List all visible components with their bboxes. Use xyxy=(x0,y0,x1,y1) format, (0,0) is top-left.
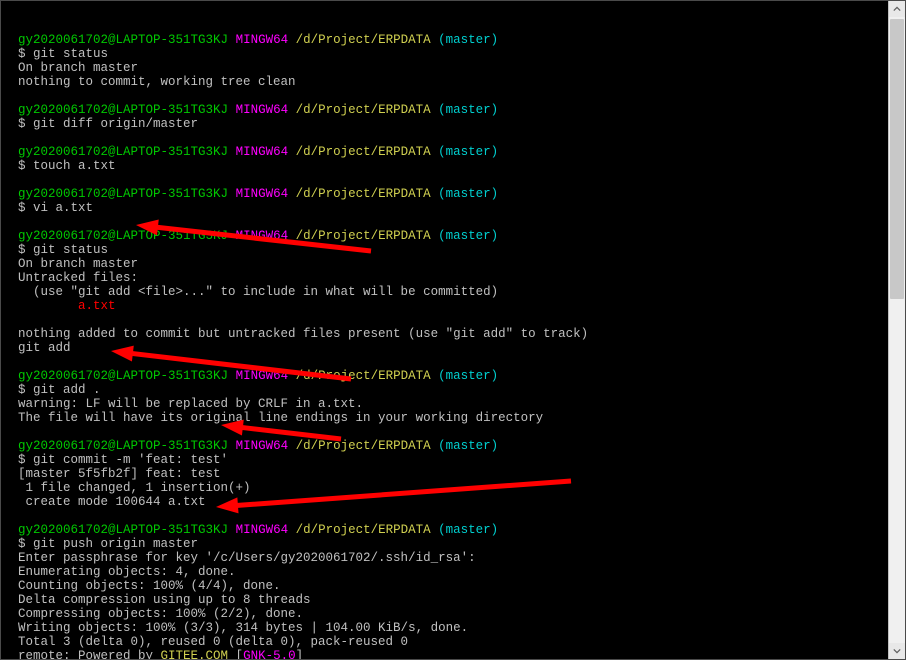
command-line: $ vi a.txt xyxy=(18,201,905,215)
command-text: $ git status xyxy=(18,243,108,257)
command-line: $ git add . xyxy=(18,383,905,397)
scroll-up-button[interactable] xyxy=(889,1,905,17)
output-line: remote: Powered by GITEE.COM [GNK-5.0] xyxy=(18,649,905,660)
output-line: On branch master xyxy=(18,61,905,75)
command-text: $ touch a.txt xyxy=(18,159,116,173)
prompt-userhost: gy2020061702@LAPTOP-351TG3KJ xyxy=(18,523,228,537)
prompt-path: /d/Project/ERPDATA xyxy=(296,439,431,453)
prompt-branch: (master) xyxy=(438,439,498,453)
prompt-mingw: MINGW64 xyxy=(236,187,289,201)
chevron-up-icon xyxy=(893,5,901,13)
prompt-path: /d/Project/ERPDATA xyxy=(296,187,431,201)
prompt-path: /d/Project/ERPDATA xyxy=(296,229,431,243)
prompt-userhost: gy2020061702@LAPTOP-351TG3KJ xyxy=(18,145,228,159)
prompt-mingw: MINGW64 xyxy=(236,229,289,243)
prompt-mingw: MINGW64 xyxy=(236,103,289,117)
prompt-line: gy2020061702@LAPTOP-351TG3KJ MINGW64 /d/… xyxy=(18,103,905,117)
command-line: $ git push origin master xyxy=(18,537,905,551)
output-line: Writing objects: 100% (3/3), 314 bytes |… xyxy=(18,621,905,635)
blank-line xyxy=(18,173,905,187)
command-text: $ git commit -m 'feat: test' xyxy=(18,453,228,467)
prompt-userhost: gy2020061702@LAPTOP-351TG3KJ xyxy=(18,439,228,453)
prompt-userhost: gy2020061702@LAPTOP-351TG3KJ xyxy=(18,103,228,117)
terminal-window[interactable]: gy2020061702@LAPTOP-351TG3KJ MINGW64 /d/… xyxy=(0,0,906,660)
prompt-path: /d/Project/ERPDATA xyxy=(296,103,431,117)
prompt-line: gy2020061702@LAPTOP-351TG3KJ MINGW64 /d/… xyxy=(18,187,905,201)
blank-line xyxy=(18,131,905,145)
command-line: $ touch a.txt xyxy=(18,159,905,173)
output-line: Untracked files: xyxy=(18,271,905,285)
command-text: $ git add . xyxy=(18,383,101,397)
prompt-mingw: MINGW64 xyxy=(236,369,289,383)
output-line xyxy=(18,313,905,327)
output-line: Delta compression using up to 8 threads xyxy=(18,593,905,607)
terminal-output: gy2020061702@LAPTOP-351TG3KJ MINGW64 /d/… xyxy=(18,33,905,660)
scroll-down-button[interactable] xyxy=(889,643,905,659)
prompt-branch: (master) xyxy=(438,229,498,243)
output-line: Total 3 (delta 0), reused 0 (delta 0), p… xyxy=(18,635,905,649)
command-line: $ git status xyxy=(18,47,905,61)
output-line: nothing added to commit but untracked fi… xyxy=(18,327,905,341)
command-text: $ git push origin master xyxy=(18,537,198,551)
prompt-branch: (master) xyxy=(438,187,498,201)
scroll-thumb[interactable] xyxy=(890,19,904,299)
prompt-branch: (master) xyxy=(438,103,498,117)
prompt-line: gy2020061702@LAPTOP-351TG3KJ MINGW64 /d/… xyxy=(18,523,905,537)
output-line: nothing to commit, working tree clean xyxy=(18,75,905,89)
output-line: a.txt xyxy=(18,299,905,313)
blank-line xyxy=(18,355,905,369)
prompt-line: gy2020061702@LAPTOP-351TG3KJ MINGW64 /d/… xyxy=(18,229,905,243)
vertical-scrollbar[interactable] xyxy=(888,1,905,659)
output-line: warning: LF will be replaced by CRLF in … xyxy=(18,397,905,411)
prompt-line: gy2020061702@LAPTOP-351TG3KJ MINGW64 /d/… xyxy=(18,439,905,453)
prompt-userhost: gy2020061702@LAPTOP-351TG3KJ xyxy=(18,229,228,243)
prompt-mingw: MINGW64 xyxy=(236,439,289,453)
prompt-branch: (master) xyxy=(438,33,498,47)
blank-line xyxy=(18,89,905,103)
output-line: [master 5f5fb2f] feat: test xyxy=(18,467,905,481)
output-line: Enter passphrase for key '/c/Users/gy202… xyxy=(18,551,905,565)
prompt-branch: (master) xyxy=(438,145,498,159)
blank-line xyxy=(18,215,905,229)
prompt-line: gy2020061702@LAPTOP-351TG3KJ MINGW64 /d/… xyxy=(18,33,905,47)
prompt-path: /d/Project/ERPDATA xyxy=(296,145,431,159)
prompt-userhost: gy2020061702@LAPTOP-351TG3KJ xyxy=(18,369,228,383)
output-line: (use "git add <file>..." to include in w… xyxy=(18,285,905,299)
blank-line xyxy=(18,509,905,523)
command-text: $ vi a.txt xyxy=(18,201,93,215)
prompt-line: gy2020061702@LAPTOP-351TG3KJ MINGW64 /d/… xyxy=(18,369,905,383)
prompt-branch: (master) xyxy=(438,369,498,383)
prompt-mingw: MINGW64 xyxy=(236,33,289,47)
command-line: $ git status xyxy=(18,243,905,257)
prompt-path: /d/Project/ERPDATA xyxy=(296,369,431,383)
command-text: $ git diff origin/master xyxy=(18,117,198,131)
output-line: Enumerating objects: 4, done. xyxy=(18,565,905,579)
prompt-userhost: gy2020061702@LAPTOP-351TG3KJ xyxy=(18,33,228,47)
prompt-mingw: MINGW64 xyxy=(236,523,289,537)
command-text: $ git status xyxy=(18,47,108,61)
prompt-path: /d/Project/ERPDATA xyxy=(296,523,431,537)
prompt-userhost: gy2020061702@LAPTOP-351TG3KJ xyxy=(18,187,228,201)
output-line: git add xyxy=(18,341,905,355)
output-line: Counting objects: 100% (4/4), done. xyxy=(18,579,905,593)
command-line: $ git diff origin/master xyxy=(18,117,905,131)
prompt-mingw: MINGW64 xyxy=(236,145,289,159)
output-line: create mode 100644 a.txt xyxy=(18,495,905,509)
prompt-path: /d/Project/ERPDATA xyxy=(296,33,431,47)
chevron-down-icon xyxy=(893,647,901,655)
blank-line xyxy=(18,425,905,439)
output-line: The file will have its original line end… xyxy=(18,411,905,425)
output-line: 1 file changed, 1 insertion(+) xyxy=(18,481,905,495)
prompt-branch: (master) xyxy=(438,523,498,537)
command-line: $ git commit -m 'feat: test' xyxy=(18,453,905,467)
output-line: Compressing objects: 100% (2/2), done. xyxy=(18,607,905,621)
prompt-line: gy2020061702@LAPTOP-351TG3KJ MINGW64 /d/… xyxy=(18,145,905,159)
output-line: On branch master xyxy=(18,257,905,271)
